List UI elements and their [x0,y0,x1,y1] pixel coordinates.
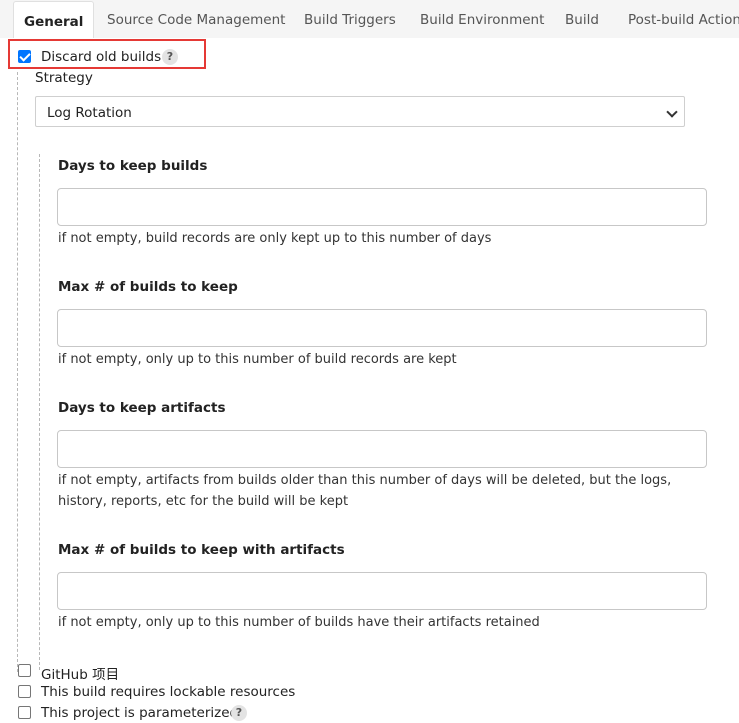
lockable-resources-checkbox[interactable] [18,685,31,698]
days-to-keep-artifacts-label: Days to keep artifacts [58,400,226,416]
days-to-keep-artifacts-hint: if not empty, artifacts from builds olde… [58,473,672,509]
chevron-down-icon [666,106,678,118]
tab-post-build-actions[interactable]: Post-build Actions [628,0,739,38]
max-builds-with-artifacts-input[interactable] [57,572,707,610]
parameterized-label[interactable]: This project is parameterized [41,705,238,721]
discard-help-icon[interactable]: ? [162,49,178,65]
strategy-label: Strategy [35,70,93,86]
days-to-keep-builds-label: Days to keep builds [58,158,208,174]
lockable-resources-label[interactable]: This build requires lockable resources [41,684,295,700]
discard-section-indent-line [17,72,18,672]
tab-general[interactable]: General [13,1,95,38]
github-project-checkbox[interactable] [18,664,31,677]
discard-old-builds-label[interactable]: Discard old builds [41,49,161,65]
tab-source-code-management[interactable]: Source Code Management [107,0,285,38]
days-to-keep-builds-hint: if not empty, build records are only kep… [58,231,492,246]
strategy-indent-line [39,154,40,670]
strategy-selected-value: Log Rotation [47,105,132,121]
parameterized-checkbox[interactable] [18,706,31,719]
config-tab-bar: General Source Code Management Build Tri… [0,0,739,39]
max-builds-with-artifacts-label: Max # of builds to keep with artifacts [58,542,345,558]
tab-build[interactable]: Build [565,0,599,38]
max-builds-to-keep-hint: if not empty, only up to this number of … [58,352,457,367]
parameterized-help-icon[interactable]: ? [231,705,247,721]
general-section: Discard old builds ? Strategy Log Rotati… [0,38,739,723]
max-builds-to-keep-input[interactable] [57,309,707,347]
tab-build-environment[interactable]: Build Environment [420,0,544,38]
max-builds-with-artifacts-hint: if not empty, only up to this number of … [58,615,540,630]
days-to-keep-artifacts-input[interactable] [57,430,707,468]
days-to-keep-builds-input[interactable] [57,188,707,226]
tab-build-triggers[interactable]: Build Triggers [304,0,396,38]
strategy-select[interactable]: Log Rotation [35,96,685,127]
discard-old-builds-checkbox[interactable] [18,50,31,63]
max-builds-to-keep-label: Max # of builds to keep [58,279,238,295]
github-project-label[interactable]: GitHub 项目 [41,663,119,683]
